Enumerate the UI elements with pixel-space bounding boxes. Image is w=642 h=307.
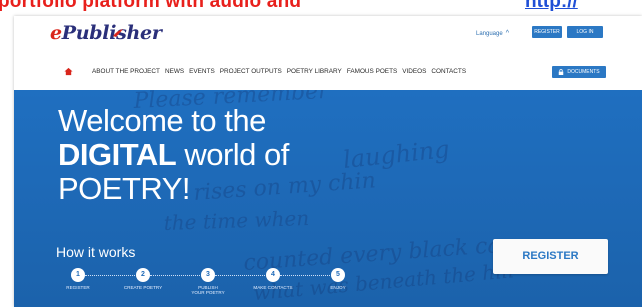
hero-title-bold: DIGITAL — [58, 137, 177, 172]
step-number: 2 — [136, 268, 150, 282]
hero-banner: Please remember laughing rises on my chi… — [14, 90, 642, 307]
step-create-poetry[interactable]: 2 CREATE POETRY — [113, 268, 173, 290]
website-frame: ePublisher Language ^ REGISTER LOG IN ABO… — [14, 16, 642, 307]
login-button[interactable]: LOG IN — [567, 26, 603, 38]
nav-item-events[interactable]: EVENTS — [189, 68, 215, 76]
nav-item-about[interactable]: ABOUT THE PROJECT — [92, 68, 160, 76]
nav-item-contacts[interactable]: CONTACTS — [431, 68, 466, 76]
handwriting-line-4: the time when — [163, 206, 309, 235]
caption-text: portfolio platform with audio and — [0, 0, 302, 12]
step-label: MAKE CONTACTS — [253, 285, 293, 290]
hero-title-line-2: DIGITAL world of — [58, 138, 289, 172]
handwriting-line-3: rises on my chin — [193, 168, 377, 206]
caption-link[interactable]: http:// — [525, 0, 578, 13]
main-nav: ABOUT THE PROJECT NEWS EVENTS PROJECT OU… — [14, 62, 642, 82]
header-register-button[interactable]: REGISTER — [532, 26, 562, 38]
step-number: 5 — [331, 268, 345, 282]
step-number: 4 — [266, 268, 280, 282]
step-label: ENJOY — [330, 285, 346, 290]
hero-title-rest: world of — [184, 137, 289, 172]
handwriting-line-2: laughing — [342, 135, 451, 174]
nav-item-news[interactable]: NEWS — [165, 68, 184, 76]
step-label: CREATE POETRY — [123, 285, 163, 290]
steps-row: 1 REGISTER 2 CREATE POETRY 3 PUBLISH YOU… — [48, 268, 346, 298]
nav-item-poetry-library[interactable]: POETRY LIBRARY — [287, 68, 342, 76]
nav-item-project-outputs[interactable]: PROJECT OUTPUTS — [220, 68, 282, 76]
site-logo[interactable]: ePublisher — [50, 22, 162, 44]
documents-button[interactable]: DOCUMENTS — [552, 66, 606, 78]
documents-label: DOCUMENTS — [567, 69, 600, 75]
caption-strip: portfolio platform with audio and http:/… — [0, 0, 642, 14]
step-register[interactable]: 1 REGISTER — [48, 268, 108, 290]
step-number: 3 — [201, 268, 215, 282]
logo-prefix: e — [50, 22, 62, 44]
step-publish-poetry[interactable]: 3 PUBLISH YOUR POETRY — [178, 268, 238, 295]
logo-swoosh-icon — [113, 29, 123, 37]
language-label: Language — [476, 31, 503, 37]
nav-item-videos[interactable]: VIDEOS — [402, 68, 426, 76]
step-enjoy[interactable]: 5 ENJOY — [308, 268, 368, 290]
language-selector[interactable]: Language ^ — [476, 30, 509, 37]
nav-items: ABOUT THE PROJECT NEWS EVENTS PROJECT OU… — [92, 68, 471, 76]
step-number: 1 — [71, 268, 85, 282]
home-icon[interactable] — [64, 67, 73, 76]
nav-item-famous-poets[interactable]: FAMOUS POETS — [347, 68, 397, 76]
chevron-up-icon: ^ — [505, 30, 509, 37]
step-label: REGISTER — [66, 285, 90, 290]
hero-register-button[interactable]: REGISTER — [493, 239, 608, 274]
step-make-contacts[interactable]: 4 MAKE CONTACTS — [243, 268, 303, 290]
step-label: PUBLISH YOUR POETRY — [191, 285, 225, 295]
hero-title-line-1: Welcome to the — [58, 103, 266, 138]
lock-icon — [559, 69, 564, 75]
how-it-works-heading: How it works — [56, 244, 136, 260]
site-header: ePublisher Language ^ REGISTER LOG IN ABO… — [14, 16, 642, 90]
hero-title-line-3: POETRY! — [58, 171, 191, 206]
